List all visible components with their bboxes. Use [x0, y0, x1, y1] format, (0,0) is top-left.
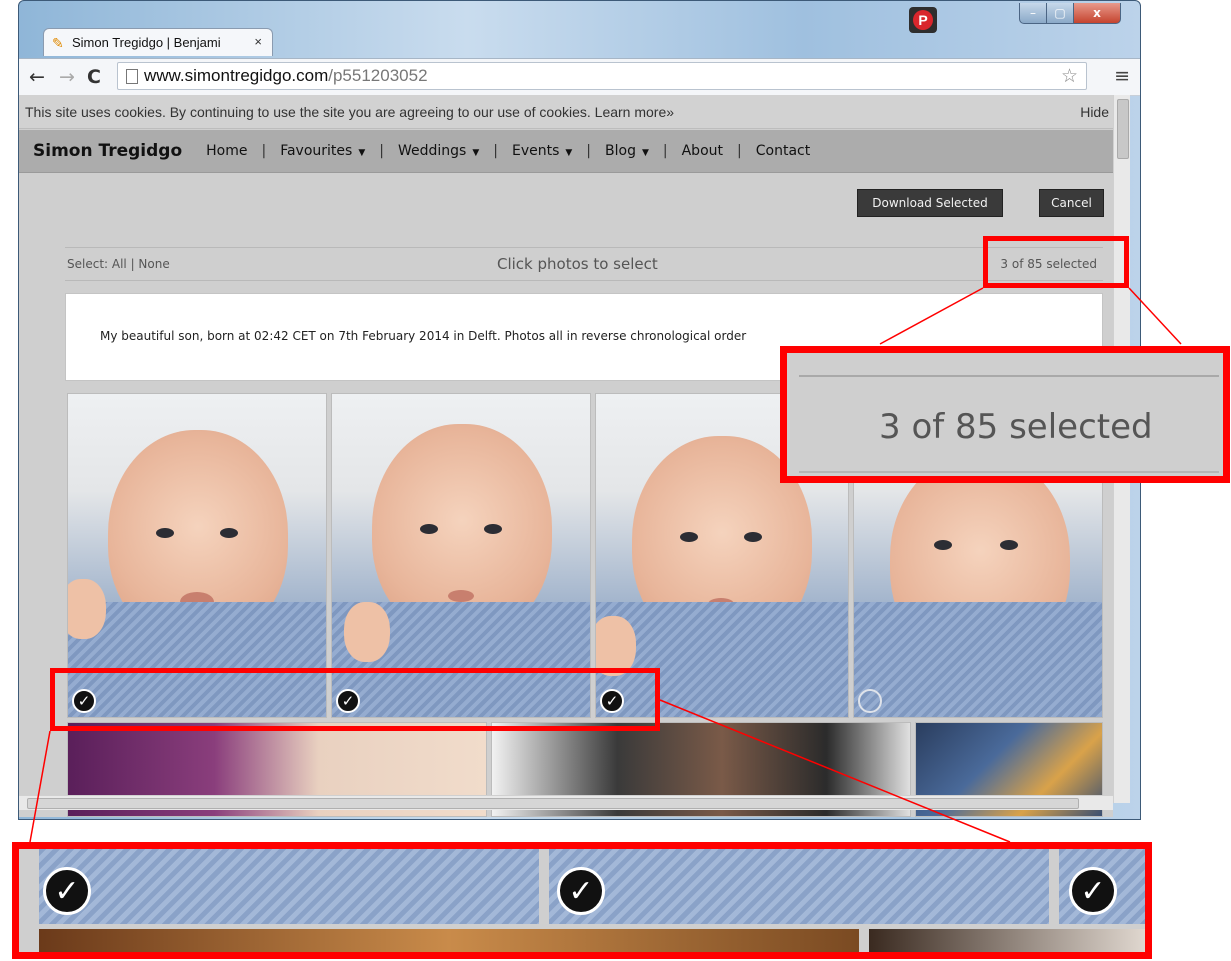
zoom-checkmarks: ✓ ✓ ✓	[12, 842, 1152, 959]
back-button[interactable]: ←	[29, 66, 45, 88]
site-navigation: Simon Tregidgo Home | Favourites ▼ | Wedd…	[19, 130, 1113, 173]
reload-button[interactable]: C	[87, 66, 101, 88]
cookie-banner: This site uses cookies. By continuing to…	[19, 95, 1113, 129]
scroll-thumb[interactable]	[1117, 99, 1129, 159]
zoom-check-icon: ✓	[557, 867, 605, 915]
caret-down-icon: ▼	[472, 148, 480, 158]
maximize-button[interactable]: ▢	[1046, 3, 1074, 24]
tab-strip: ✎ Simon Tregidgo | Benjami ×	[33, 28, 300, 80]
gallery-description-text: My beautiful son, born at 02:42 CET on 7…	[100, 329, 747, 343]
nav-separator: |	[261, 143, 267, 159]
scroll-thumb-horizontal[interactable]	[27, 798, 1079, 809]
cookie-hide-link[interactable]: Hide	[1080, 104, 1109, 120]
nav-contact[interactable]: Contact	[756, 143, 810, 159]
menu-icon[interactable]: ≡	[1114, 65, 1130, 87]
close-window-button[interactable]: x	[1073, 3, 1121, 24]
caret-down-icon: ▼	[641, 148, 649, 158]
caret-down-icon: ▼	[565, 148, 573, 158]
address-bar[interactable]: www.simontregidgo.com/p551203052 ☆	[117, 62, 1087, 90]
nav-favourites[interactable]: Favourites ▼	[280, 143, 365, 159]
selection-bar: Select: All | None Click photos to selec…	[65, 247, 1103, 281]
nav-separator: |	[662, 143, 668, 159]
tab-close-icon[interactable]: ×	[254, 34, 262, 49]
horizontal-scrollbar[interactable]	[19, 795, 1113, 810]
nav-separator: |	[737, 143, 742, 159]
tab-active[interactable]: ✎ Simon Tregidgo | Benjami ×	[43, 28, 273, 56]
nav-blog[interactable]: Blog ▼	[605, 143, 649, 159]
nav-home[interactable]: Home	[206, 143, 247, 159]
baby-shirt	[854, 602, 1102, 717]
page-icon	[126, 68, 138, 84]
forward-button[interactable]: →	[59, 66, 75, 88]
highlight-selected-count	[983, 236, 1129, 288]
site-brand[interactable]: Simon Tregidgo	[33, 141, 182, 161]
nav-about[interactable]: About	[682, 143, 723, 159]
select-instruction: Click photos to select	[497, 255, 658, 273]
minimize-button[interactable]: –	[1019, 3, 1047, 24]
zoom-check-icon: ✓	[1069, 867, 1117, 915]
browser-toolbar: ← → C www.simontregidgo.com/p551203052 ☆…	[19, 58, 1140, 96]
url-host: www.simontregidgo.com	[144, 66, 329, 85]
zoom-check-icon: ✓	[43, 867, 91, 915]
highlight-checkmarks	[50, 668, 660, 731]
cookie-text[interactable]: This site uses cookies. By continuing to…	[25, 104, 674, 120]
nav-separator: |	[493, 143, 498, 159]
zoom-selected-count: 3 of 85 selected	[780, 346, 1230, 483]
nav-events[interactable]: Events ▼	[512, 143, 572, 159]
nav-separator: |	[379, 143, 384, 159]
bookmark-star-icon[interactable]: ☆	[1061, 65, 1078, 88]
caret-down-icon: ▼	[358, 148, 366, 158]
site-favicon-icon: ✎	[52, 34, 64, 51]
nav-weddings[interactable]: Weddings ▼	[398, 143, 479, 159]
download-selected-button[interactable]: Download Selected	[857, 189, 1003, 217]
zoom-selected-count-text: 3 of 85 selected	[879, 407, 1153, 447]
nav-separator: |	[586, 143, 592, 159]
pinterest-extension-icon[interactable]: P	[909, 7, 937, 33]
url-path: /p551203052	[328, 66, 428, 85]
select-all-none[interactable]: Select: All | None	[67, 257, 170, 271]
cancel-button[interactable]: Cancel	[1039, 189, 1104, 217]
tab-title: Simon Tregidgo | Benjami	[72, 35, 221, 50]
unselected-check-icon[interactable]	[858, 689, 882, 713]
